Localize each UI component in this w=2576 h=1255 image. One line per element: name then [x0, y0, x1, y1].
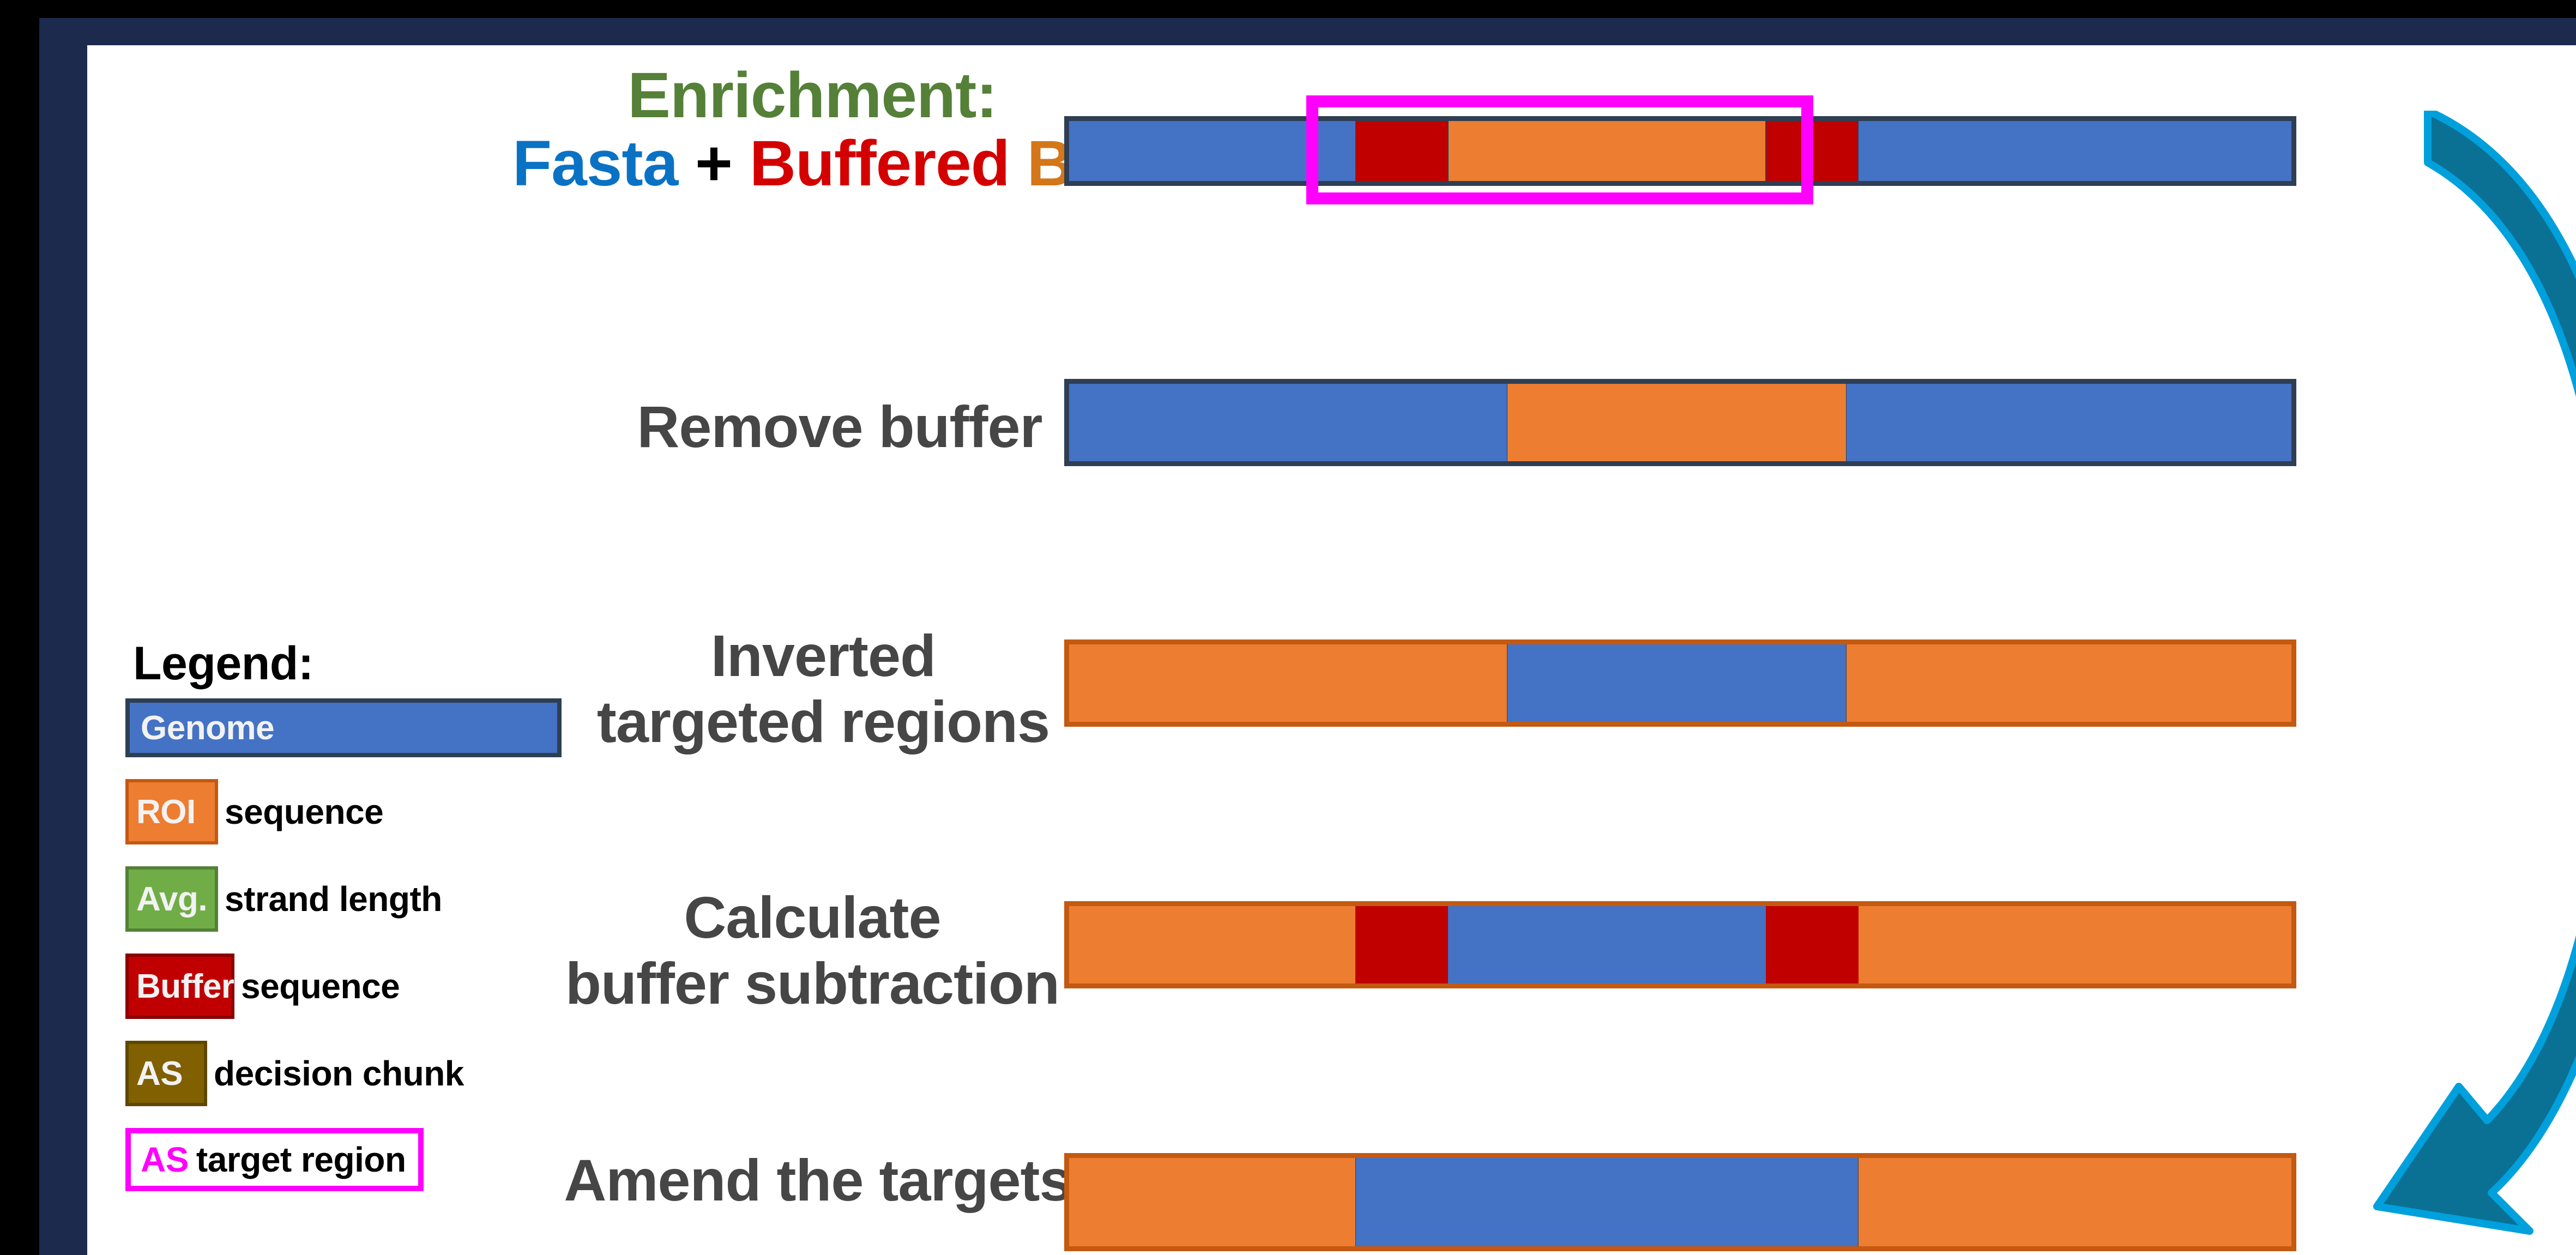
segment-genome-left	[1069, 384, 1507, 461]
segment-buffer-left	[1355, 906, 1449, 984]
legend-as-keyword: AS	[141, 1140, 189, 1179]
legend-swatch-as-target-region: AS target region	[125, 1128, 424, 1191]
row-label-text: Remove buffer	[637, 394, 1042, 460]
legend-item-text: sequence	[225, 792, 384, 831]
legend-swatch-label: Genome	[141, 709, 275, 747]
sequence-bar-remove-buffer	[1064, 379, 2296, 466]
legend-item-genome: Genome	[125, 698, 605, 757]
legend-item-roi: ROI sequence	[125, 779, 605, 844]
row-label-inverted-targeted-regions: Inverted targeted regions	[534, 623, 1112, 755]
slide-root: Enrichment: Fasta + Buffered Bed: Remove…	[0, 0, 2576, 1255]
diagram-title: Enrichment: Fasta + Buffered Bed:	[512, 59, 1168, 200]
title-token-buffered: Buffered	[749, 128, 1010, 200]
legend-item-text: strand length	[225, 879, 442, 919]
sequence-bar-amend-targets	[1064, 1153, 2296, 1251]
legend-swatch-label: Buffer	[136, 967, 234, 1005]
segment-roi-right	[1859, 906, 2291, 984]
legend-swatch-label: Avg.	[136, 880, 208, 918]
legend-item-avg-strand-length: Avg. strand length	[125, 866, 605, 932]
segment-roi-left	[1069, 1158, 1355, 1246]
segment-buffer-right	[1765, 906, 1859, 984]
as-target-region-box	[1306, 95, 1813, 204]
segment-genome	[1355, 1158, 1859, 1246]
legend-swatch-buffer: Buffer	[125, 954, 234, 1019]
segment-genome-right	[1846, 384, 2291, 461]
title-line-enrichment: Enrichment:	[628, 59, 997, 131]
segment-roi-right	[1846, 644, 2291, 722]
legend-swatch-roi: ROI	[125, 779, 218, 844]
sequence-bar-buffer-subtraction	[1064, 901, 2296, 988]
legend-item-text: decision chunk	[214, 1054, 464, 1093]
segment-roi-left	[1069, 906, 1355, 984]
row-label-amend-the-targets: Amend the targets	[523, 1147, 1112, 1214]
workflow-flow-arrow	[2373, 111, 2576, 1235]
title-token-fasta: Fasta	[512, 128, 678, 200]
row-label-text: Amend the targets	[564, 1147, 1072, 1213]
legend-swatch-as: AS	[125, 1041, 207, 1106]
title-line-inputs: Fasta + Buffered Bed:	[512, 128, 1168, 200]
segment-roi-right	[1859, 1158, 2291, 1246]
legend-item-as-decision-chunk: AS decision chunk	[125, 1041, 605, 1106]
legend-swatch-genome: Genome	[125, 698, 562, 757]
slide-frame: Enrichment: Fasta + Buffered Bed: Remove…	[39, 18, 2576, 1255]
row-label-remove-buffer: Remove buffer	[567, 394, 1112, 460]
segment-genome	[1448, 906, 1766, 984]
legend-item-as-target-region: AS target region	[125, 1128, 605, 1191]
legend-swatch-label: ROI	[136, 793, 196, 831]
legend-title: Legend:	[133, 637, 313, 690]
title-token-plus: +	[678, 128, 750, 200]
row-label-text-line1: Inverted	[710, 623, 936, 689]
row-label-text-line2: targeted regions	[596, 688, 1050, 755]
segment-genome-right	[1859, 121, 2291, 181]
segment-roi	[1506, 384, 1847, 461]
slide-canvas: Enrichment: Fasta + Buffered Bed: Remove…	[87, 45, 2576, 1255]
legend: Legend: Genome ROI sequence Avg. strand …	[125, 637, 605, 1213]
segment-roi-left	[1069, 644, 1507, 722]
legend-as-target-text: target region	[196, 1140, 406, 1179]
legend-swatch-label: AS	[136, 1054, 183, 1093]
legend-item-buffer: Buffer sequence	[125, 954, 605, 1019]
legend-item-text: sequence	[241, 967, 400, 1006]
segment-genome	[1506, 644, 1847, 722]
sequence-bar-inverted-targets	[1064, 639, 2296, 727]
legend-swatch-avg: Avg.	[125, 866, 218, 932]
